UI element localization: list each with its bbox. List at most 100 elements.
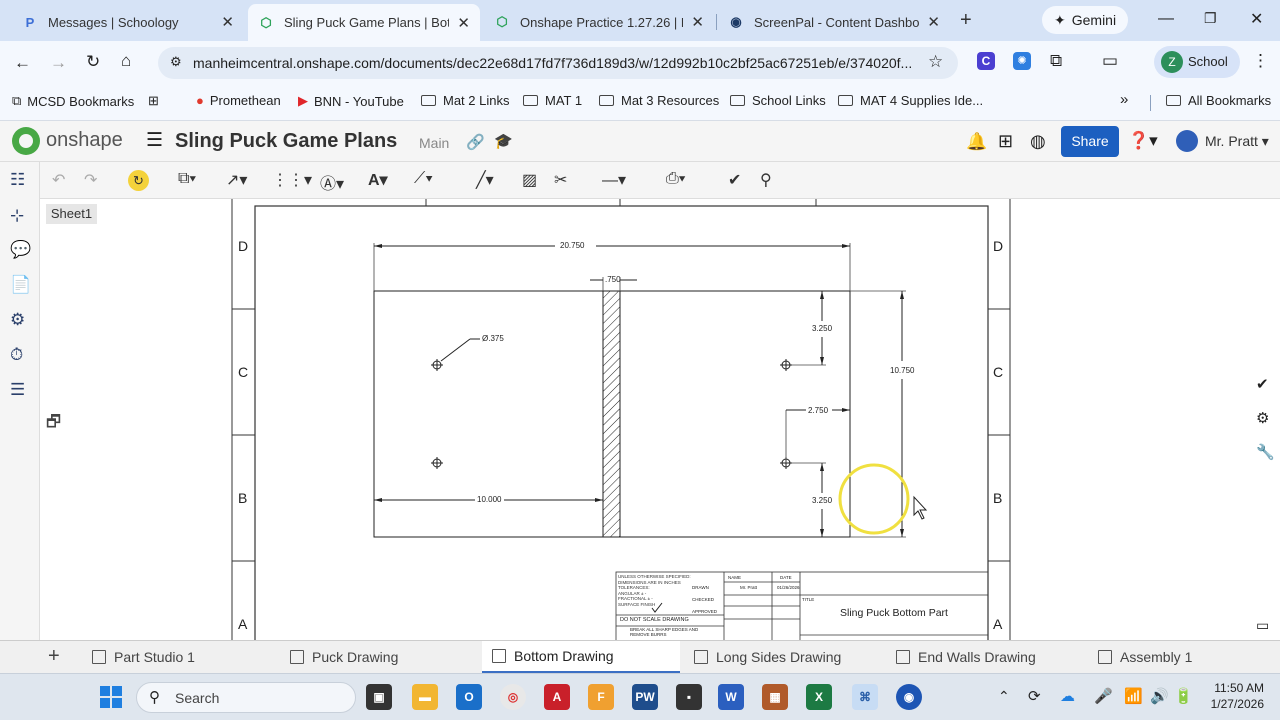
dxf-export-icon[interactable]: ⎙▾: [666, 170, 686, 188]
flowchart-icon[interactable]: F: [588, 684, 614, 710]
learning-center-icon[interactable]: ◍: [1030, 131, 1046, 152]
undo-icon[interactable]: ↶: [52, 170, 65, 190]
wifi-icon[interactable]: 📶: [1124, 687, 1143, 705]
screenpal-taskbar-icon[interactable]: ◉: [896, 684, 922, 710]
dimension-overall-width[interactable]: 20.750: [560, 241, 584, 250]
close-icon[interactable]: ✕: [927, 13, 940, 31]
bookmark-mcsd[interactable]: ⧉ MCSD Bookmarks: [12, 93, 134, 109]
section-view-icon[interactable]: ⋮⋮▾: [272, 170, 312, 190]
tray-overflow-icon[interactable]: ⌃: [998, 688, 1010, 705]
bookmark-mat3[interactable]: Mat 3 Resources: [599, 93, 719, 108]
help-icon[interactable]: ❓▾: [1128, 131, 1158, 151]
gemini-button[interactable]: ✦ Gemini: [1042, 6, 1128, 34]
add-tab-icon[interactable]: +: [48, 645, 60, 668]
drawing-title[interactable]: Sling Puck Bottom Part: [840, 607, 948, 619]
configurations-icon[interactable]: ⚙: [10, 310, 25, 330]
file-explorer-icon[interactable]: ▬: [412, 684, 438, 710]
insert-view-icon[interactable]: ⧉▾: [178, 170, 196, 188]
excel-icon[interactable]: X: [806, 684, 832, 710]
tab-schoology[interactable]: P Messages | Schoology ✕: [12, 6, 244, 38]
insert-icon[interactable]: ⊹: [10, 206, 24, 226]
bookmark-promethean[interactable]: ● Promethean: [196, 93, 281, 108]
tab-assembly-1[interactable]: Assembly 1: [1088, 641, 1278, 673]
outlook-icon[interactable]: O: [456, 684, 482, 710]
terminal-icon[interactable]: ▪: [676, 684, 702, 710]
bookmark-star-icon[interactable]: ☆: [928, 52, 943, 72]
dimension-side-offset[interactable]: 2.750: [808, 406, 828, 415]
close-icon[interactable]: ✕: [221, 13, 234, 31]
text-icon[interactable]: A▾: [368, 170, 388, 190]
cast-icon[interactable]: ▭: [1102, 51, 1118, 71]
inspect-check-icon[interactable]: ✔: [1256, 375, 1269, 393]
bookmark-mat2[interactable]: Mat 2 Links: [421, 93, 509, 108]
site-info-icon[interactable]: ⚙: [170, 54, 182, 70]
autocad-icon[interactable]: A: [544, 684, 570, 710]
bookmarks-overflow[interactable]: »: [1120, 91, 1128, 108]
graduation-cap-icon[interactable]: 🎓: [494, 132, 513, 150]
onedrive-icon[interactable]: ☁: [1060, 687, 1075, 705]
user-avatar-icon[interactable]: [1176, 130, 1198, 152]
game-icon[interactable]: ▦: [762, 684, 788, 710]
note-icon[interactable]: Ⓐ▾: [320, 170, 344, 194]
app-store-icon[interactable]: ⊞: [998, 131, 1013, 152]
scissors-icon[interactable]: ✂: [554, 170, 567, 190]
all-bookmarks[interactable]: All Bookmarks: [1166, 93, 1271, 108]
history-stopwatch-icon[interactable]: ⏱: [10, 345, 23, 365]
update-icon[interactable]: ↻: [128, 170, 149, 191]
clock[interactable]: 11:50 AM 1/27/2026: [1204, 680, 1264, 712]
address-bar[interactable]: ⚙ manheimcentral.onshape.com/documents/d…: [158, 47, 958, 79]
onshape-logo-text[interactable]: onshape: [46, 129, 123, 152]
chrome-icon[interactable]: ◎: [500, 684, 526, 710]
microphone-icon[interactable]: 🎤: [1094, 687, 1113, 705]
user-menu[interactable]: Mr. Pratt ▾: [1205, 133, 1269, 150]
share-button[interactable]: Share: [1061, 126, 1119, 157]
extension-gear-icon[interactable]: ✺: [1013, 52, 1031, 70]
volume-icon[interactable]: 🔊: [1150, 687, 1169, 705]
window-close-button[interactable]: ✕: [1250, 9, 1263, 29]
apps-grid-icon[interactable]: ⊞: [148, 93, 159, 109]
profile-button[interactable]: Z School: [1154, 46, 1240, 78]
task-view-icon[interactable]: ▣: [366, 684, 392, 710]
tab-end-walls-drawing[interactable]: End Walls Drawing: [886, 641, 1086, 673]
battery-icon[interactable]: 🔋: [1174, 687, 1193, 705]
bookmark-mat1[interactable]: MAT 1: [523, 93, 582, 108]
windows-start-icon[interactable]: [100, 686, 122, 708]
inspect-icon[interactable]: ✔: [728, 170, 741, 190]
tab-puck-drawing[interactable]: Puck Drawing: [280, 641, 480, 673]
hatch-icon[interactable]: ▨: [522, 170, 537, 190]
word-icon[interactable]: W: [718, 684, 744, 710]
properties-icon[interactable]: 📄: [10, 275, 31, 295]
inspect-tools-icon[interactable]: ⚲: [760, 170, 772, 190]
dimension-top-offset[interactable]: 3.250: [812, 324, 832, 333]
menu-kebab-icon[interactable]: ⋮: [1252, 51, 1269, 71]
drawing-canvas[interactable]: Sheet1 🗗 D C B A D C B A 20.750 .750 Ø.3…: [40, 199, 1250, 640]
line-style-icon[interactable]: —▾: [602, 170, 626, 190]
tab-bottom-drawing[interactable]: Bottom Drawing: [482, 641, 680, 673]
display-icon[interactable]: ▭: [1256, 617, 1269, 634]
branch-label[interactable]: Main: [419, 135, 449, 151]
dimension-left-width[interactable]: 10.000: [477, 495, 501, 504]
wrench-icon[interactable]: 🔧: [1256, 443, 1275, 461]
pw-icon[interactable]: PW: [632, 684, 658, 710]
tab-long-sides-drawing[interactable]: Long Sides Drawing: [684, 641, 884, 673]
document-title[interactable]: Sling Puck Game Plans: [175, 130, 397, 153]
bookmark-school-links[interactable]: School Links: [730, 93, 826, 108]
comments-icon[interactable]: 💬: [10, 240, 31, 260]
hamburger-menu-icon[interactable]: ☰: [146, 129, 163, 152]
tab-onshape-practice[interactable]: ⬡ Onshape Practice 1.27.26 | Part ✕: [484, 6, 714, 38]
reload-icon[interactable]: ↻: [86, 52, 100, 72]
home-icon[interactable]: ⌂: [121, 51, 131, 71]
url-text[interactable]: manheimcentral.onshape.com/documents/dec…: [193, 55, 912, 71]
notifications-bell-icon[interactable]: 🔔: [966, 132, 987, 152]
bookmark-mat4[interactable]: MAT 4 Supplies Ide...: [838, 93, 983, 108]
dimension-height[interactable]: 10.750: [890, 366, 914, 375]
dimension-hole[interactable]: Ø.375: [482, 334, 504, 343]
link-icon[interactable]: 🔗: [466, 133, 485, 151]
forward-icon[interactable]: →: [50, 53, 67, 73]
bookmark-bnn[interactable]: ▶ BNN - YouTube: [298, 93, 404, 109]
view-properties-icon[interactable]: ⚙: [1256, 409, 1269, 427]
close-icon[interactable]: ✕: [457, 14, 470, 32]
tab-screenpal[interactable]: ◉ ScreenPal - Content Dashboard ✕: [718, 6, 950, 38]
projected-view-icon[interactable]: ↗▾: [226, 170, 247, 190]
back-icon[interactable]: ←: [14, 53, 31, 73]
